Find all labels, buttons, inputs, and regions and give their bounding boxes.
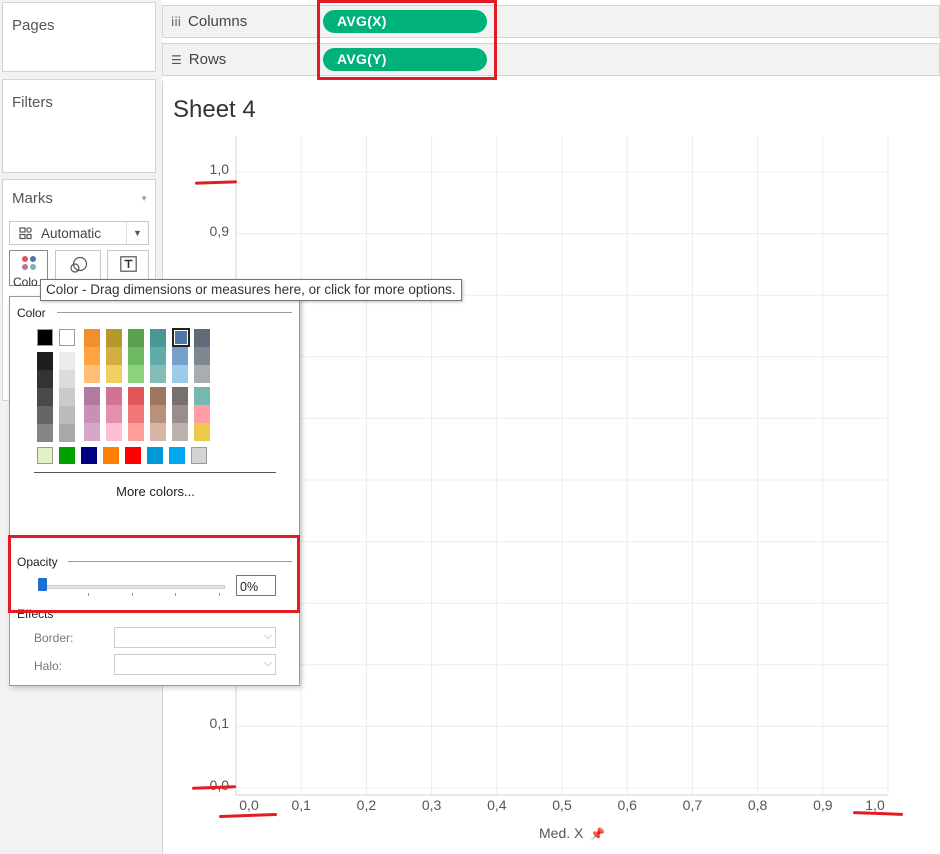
color-swatch[interactable] [125, 447, 141, 464]
color-swatch[interactable] [194, 365, 210, 383]
color-swatch[interactable] [150, 347, 166, 365]
x-tick-label: 0,3 [421, 797, 442, 813]
selected-swatch-outline [172, 328, 190, 347]
x-tick-label: 0,1 [291, 797, 311, 813]
color-section-title: Color [17, 306, 46, 320]
color-swatch[interactable] [128, 365, 144, 383]
halo-select[interactable]: ⌵ [114, 654, 276, 675]
color-swatch[interactable] [194, 347, 210, 365]
color-swatch[interactable] [194, 405, 210, 423]
color-swatch[interactable] [150, 329, 166, 347]
halo-label: Halo: [34, 659, 63, 673]
color-swatch[interactable] [37, 388, 53, 406]
color-swatch[interactable] [128, 329, 144, 347]
x-tick-label: 0,7 [682, 797, 703, 813]
color-swatch[interactable] [106, 329, 122, 347]
color-swatch[interactable] [37, 406, 53, 424]
color-swatch[interactable] [106, 365, 122, 383]
chevron-down-icon: ⌵ [263, 657, 272, 669]
x-axis-title[interactable]: Med. X 📌 [539, 825, 605, 841]
color-swatch[interactable] [191, 447, 207, 464]
color-swatch[interactable] [37, 352, 53, 370]
color-swatch[interactable] [84, 423, 100, 441]
color-swatch[interactable] [84, 387, 100, 405]
y-tick-label: 0,9 [209, 222, 229, 239]
color-swatch[interactable] [59, 370, 75, 388]
color-swatch[interactable] [84, 329, 100, 347]
y-tick-label: 0,1 [209, 715, 229, 732]
divider [34, 472, 276, 473]
color-swatch[interactable] [150, 387, 166, 405]
opacity-highlight-box [8, 535, 300, 613]
color-swatch[interactable] [37, 329, 53, 346]
chevron-down-icon: ⌵ [263, 630, 272, 642]
color-swatch[interactable] [128, 423, 144, 441]
color-swatch[interactable] [172, 347, 188, 365]
x-tick-label: 0,9 [813, 797, 833, 813]
color-swatch[interactable] [59, 406, 75, 424]
color-swatch[interactable] [128, 347, 144, 365]
color-swatch[interactable] [37, 424, 53, 442]
color-swatch[interactable] [81, 447, 97, 464]
color-panel: Color More colors... Opacity Effects Bor… [9, 296, 300, 686]
x-tick-label: 0,2 [356, 797, 377, 813]
border-select[interactable]: ⌵ [114, 627, 276, 648]
color-swatch[interactable] [84, 347, 100, 365]
color-swatch[interactable] [103, 447, 119, 464]
color-swatch[interactable] [106, 405, 122, 423]
color-swatch[interactable] [169, 447, 185, 464]
color-swatch[interactable] [84, 365, 100, 383]
color-swatch[interactable] [59, 352, 75, 370]
pin-icon: 📌 [590, 827, 606, 841]
color-swatch[interactable] [150, 365, 166, 383]
color-swatch[interactable] [59, 447, 75, 464]
color-swatch[interactable] [128, 387, 144, 405]
color-swatch[interactable] [150, 423, 166, 441]
color-swatch[interactable] [59, 329, 75, 346]
color-swatch[interactable] [194, 387, 210, 405]
x-tick-label: 0,6 [617, 797, 637, 813]
color-swatch[interactable] [84, 405, 100, 423]
x-tick-label: 0,8 [747, 797, 768, 813]
border-label: Border: [34, 631, 74, 645]
color-swatch[interactable] [147, 447, 163, 464]
more-colors-link[interactable]: More colors... [10, 484, 301, 499]
color-tooltip: Color - Drag dimensions or measures here… [40, 279, 462, 301]
color-swatch[interactable] [59, 388, 75, 406]
y-tick-label: 1,0 [209, 161, 229, 177]
color-swatch[interactable] [172, 405, 188, 423]
color-swatch[interactable] [128, 405, 144, 423]
x-tick-label: 0,5 [552, 797, 572, 813]
color-swatch[interactable] [172, 387, 188, 405]
color-swatch[interactable] [106, 347, 122, 365]
color-swatch[interactable] [59, 424, 75, 442]
color-swatch[interactable] [172, 423, 188, 441]
color-swatch[interactable] [194, 329, 210, 347]
divider [57, 312, 292, 313]
x-axis-title-text: Med. X [539, 825, 584, 841]
color-swatch[interactable] [150, 405, 166, 423]
color-swatch[interactable] [194, 423, 210, 441]
color-swatch[interactable] [37, 447, 53, 464]
color-swatch[interactable] [172, 365, 188, 383]
x-tick-label: 0,4 [487, 797, 507, 813]
color-swatch[interactable] [106, 423, 122, 441]
color-swatch[interactable] [106, 387, 122, 405]
x-tick-label: 0,0 [239, 797, 259, 813]
color-swatch[interactable] [37, 370, 53, 388]
